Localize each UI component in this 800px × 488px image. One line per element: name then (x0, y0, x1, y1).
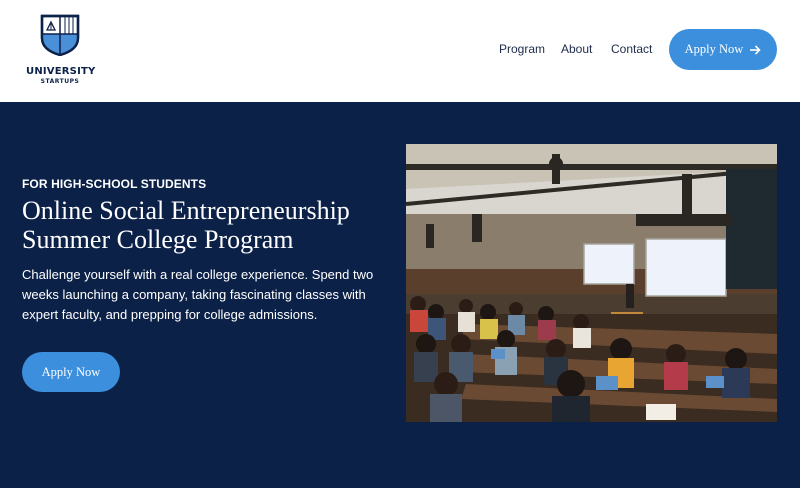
hero-description: Challenge yourself with a real college e… (22, 267, 374, 322)
hero-eyebrow: FOR HIGH-SCHOOL STUDENTS (22, 177, 207, 191)
nav-link-program[interactable]: Program (499, 42, 545, 56)
nav-link-about[interactable]: About (561, 42, 592, 56)
lecture-hall-photo (406, 144, 777, 422)
header-apply-now-button[interactable]: Apply Now (669, 29, 777, 70)
logo-wordmark: UNIVERSITY (26, 66, 96, 77)
university-startups-logo[interactable]: UNIVERSITY STARTUPS (26, 14, 96, 88)
logo-tagline: STARTUPS (40, 78, 80, 85)
hero-apply-now-button[interactable]: Apply Now (22, 352, 120, 392)
hero-title: Online Social Entrepreneurship Summer Co… (22, 196, 350, 254)
arrow-right-icon (750, 44, 761, 55)
nav-link-contact[interactable]: Contact (611, 42, 652, 56)
header-apply-now-label: Apply Now (684, 42, 744, 56)
site-header: UNIVERSITY STARTUPS Program About Contac… (0, 0, 800, 102)
shield-logo-icon (40, 14, 80, 56)
